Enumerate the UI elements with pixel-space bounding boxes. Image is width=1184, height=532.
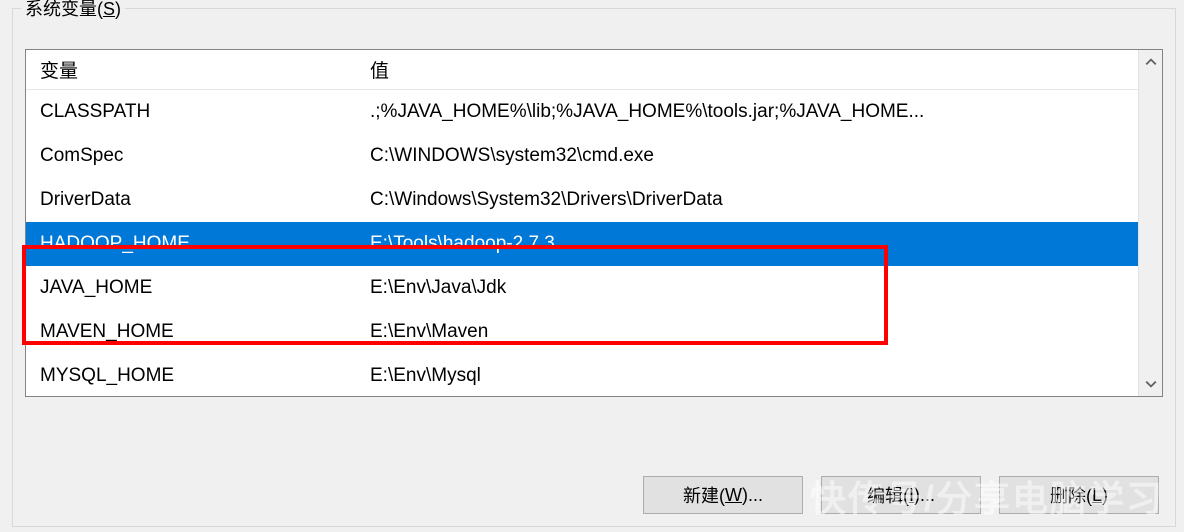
edit-button[interactable]: 编辑(I)... — [821, 476, 981, 514]
table-row[interactable]: DriverDataC:\Windows\System32\Drivers\Dr… — [26, 178, 1138, 222]
header-value[interactable]: 值 — [356, 56, 1138, 83]
header-variable[interactable]: 变量 — [26, 56, 356, 83]
title-accelerator: S — [103, 0, 115, 19]
table-row[interactable]: MYSQL_HOMEE:\Env\Mysql — [26, 354, 1138, 396]
row-var-value: .;%JAVA_HOME%\lib;%JAVA_HOME%\tools.jar;… — [356, 101, 1138, 123]
scroll-track[interactable] — [1139, 74, 1162, 372]
title-prefix: 系统变量( — [25, 0, 103, 19]
table-row[interactable]: JAVA_HOMEE:\Env\Java\Jdk — [26, 266, 1138, 310]
row-var-name: DriverData — [26, 189, 356, 211]
row-var-value: C:\Windows\System32\Drivers\DriverData — [356, 189, 1138, 211]
row-var-value: E:\Tools\hadoop-2.7.3 — [356, 233, 1138, 255]
row-var-name: HADOOP_HOME — [26, 233, 356, 255]
button-row: 新建(W)... 编辑(I)... 删除(L) — [643, 476, 1159, 514]
list-header: 变量 值 — [26, 50, 1138, 90]
scroll-down-arrow[interactable] — [1139, 372, 1162, 396]
row-var-value: E:\Env\Maven — [356, 321, 1138, 343]
row-var-name: CLASSPATH — [26, 101, 356, 123]
vertical-scrollbar[interactable] — [1138, 50, 1162, 396]
row-var-value: E:\Env\Mysql — [356, 365, 1138, 387]
list-content: 变量 值 CLASSPATH.;%JAVA_HOME%\lib;%JAVA_HO… — [26, 50, 1138, 396]
table-row[interactable]: HADOOP_HOMEE:\Tools\hadoop-2.7.3 — [26, 222, 1138, 266]
row-var-name: JAVA_HOME — [26, 277, 356, 299]
title-suffix: ) — [115, 0, 121, 19]
table-row[interactable]: ComSpecC:\WINDOWS\system32\cmd.exe — [26, 134, 1138, 178]
row-var-name: MYSQL_HOME — [26, 365, 356, 387]
row-var-name: MAVEN_HOME — [26, 321, 356, 343]
row-var-value: E:\Env\Java\Jdk — [356, 277, 1138, 299]
new-button[interactable]: 新建(W)... — [643, 476, 803, 514]
scroll-up-arrow[interactable] — [1139, 50, 1162, 74]
groupbox-title: 系统变量(S) — [21, 0, 125, 21]
row-var-value: C:\WINDOWS\system32\cmd.exe — [356, 145, 1138, 167]
system-variables-groupbox: 系统变量(S) 变量 值 CLASSPATH.;%JAVA_HOME%\lib;… — [12, 8, 1176, 527]
row-var-name: ComSpec — [26, 145, 356, 167]
table-row[interactable]: CLASSPATH.;%JAVA_HOME%\lib;%JAVA_HOME%\t… — [26, 90, 1138, 134]
table-row[interactable]: MAVEN_HOMEE:\Env\Maven — [26, 310, 1138, 354]
delete-button[interactable]: 删除(L) — [999, 476, 1159, 514]
variables-listbox[interactable]: 变量 值 CLASSPATH.;%JAVA_HOME%\lib;%JAVA_HO… — [25, 49, 1163, 397]
